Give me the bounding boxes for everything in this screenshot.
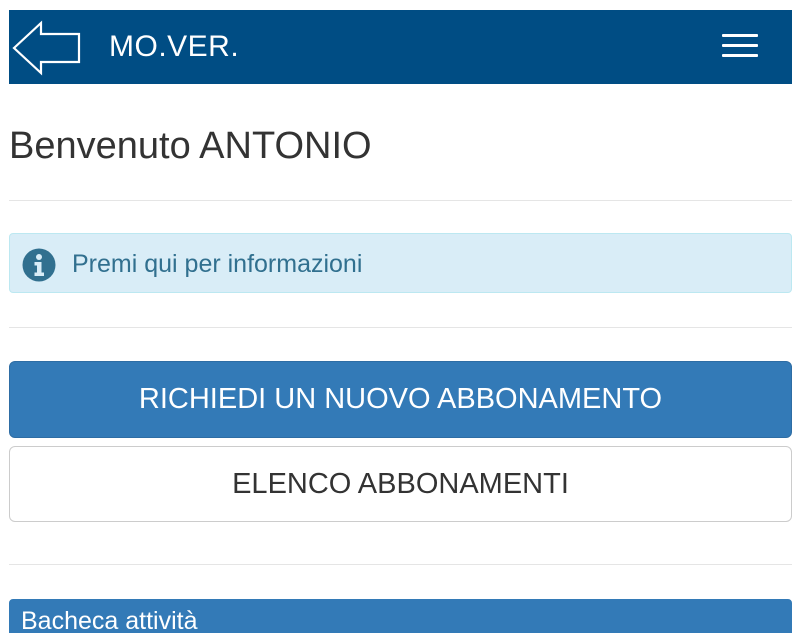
welcome-heading: Benvenuto ANTONIO <box>9 125 372 167</box>
menu-bar-bottom <box>722 54 758 57</box>
divider <box>9 327 792 328</box>
app-page: MO.VER. Benvenuto ANTONIO Premi qui per … <box>0 0 792 633</box>
hamburger-menu-icon[interactable] <box>720 30 760 60</box>
activity-board-heading: Bacheca attività <box>9 599 792 633</box>
divider <box>9 200 792 201</box>
app-title: MO.VER. <box>109 30 240 63</box>
menu-bar-top <box>722 34 758 37</box>
menu-bar-middle <box>722 44 758 47</box>
top-navbar: MO.VER. <box>9 10 792 84</box>
info-circle-icon <box>22 248 56 282</box>
info-alert-text: Premi qui per informazioni <box>72 250 363 278</box>
info-alert[interactable]: Premi qui per informazioni <box>9 233 792 293</box>
subscriptions-list-button[interactable]: ELENCO ABBONAMENTI <box>9 446 792 522</box>
back-arrow-icon[interactable] <box>11 20 83 76</box>
request-new-subscription-button[interactable]: RICHIEDI UN NUOVO ABBONAMENTO <box>9 361 792 438</box>
divider <box>9 564 792 565</box>
